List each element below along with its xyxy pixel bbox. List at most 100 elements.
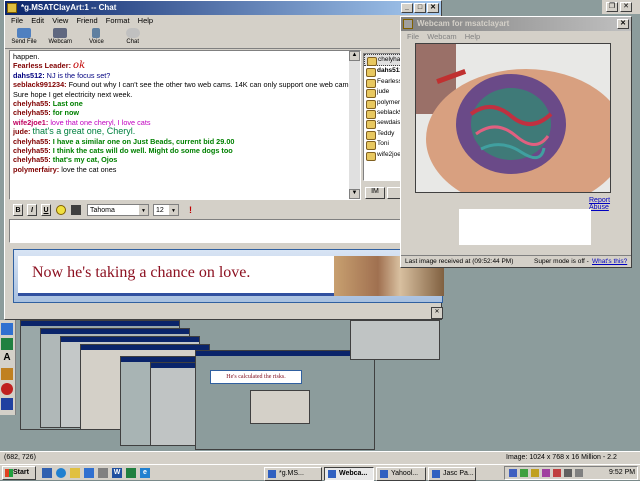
whats-this-link[interactable]: What's this?: [592, 256, 627, 268]
webcam-close-button[interactable]: ✕: [617, 19, 629, 29]
smiley-icon[interactable]: [56, 205, 66, 215]
message-username[interactable]: polymerfairy:: [13, 165, 59, 174]
message-username[interactable]: chelyha55:: [13, 137, 51, 146]
taskbar-task-jasc[interactable]: Jasc Pa...: [428, 467, 476, 481]
user-list-item[interactable]: Toni: [364, 139, 404, 151]
menu-help[interactable]: Help: [138, 16, 153, 25]
webcam-window: Webcam for msatclayart ✕ File Webcam Hel…: [400, 16, 632, 268]
user-list[interactable]: chelyha55dahs512Fearless Lejudepolymerfa…: [363, 53, 405, 181]
outlook-express-icon[interactable]: [84, 468, 94, 478]
ad-banner[interactable]: Now he's taking a chance on love.: [13, 249, 444, 303]
minimize-button[interactable]: _: [401, 3, 413, 13]
start-button[interactable]: Start: [2, 466, 36, 480]
size-select[interactable]: 12 ▼: [153, 204, 179, 216]
chat-scroll-tab[interactable]: ✕: [431, 307, 443, 319]
taskbar-task-webcam[interactable]: Webca...: [324, 467, 374, 481]
chat-message: dahs512: NJ is the focus set?: [13, 71, 357, 80]
maximize-button[interactable]: □: [414, 3, 426, 13]
user-list-item[interactable]: chelyha55: [364, 54, 404, 67]
webcam-menu-file[interactable]: File: [407, 32, 419, 41]
message-username[interactable]: chelyha55:: [13, 99, 51, 108]
user-list-item[interactable]: wife2joe1: [364, 150, 404, 162]
user-list-item[interactable]: Teddy: [364, 129, 404, 141]
alert-icon[interactable]: !: [189, 204, 192, 216]
bold-button[interactable]: B: [13, 204, 23, 216]
voice-button[interactable]: Voice: [79, 27, 113, 45]
fill-tool-icon[interactable]: [1, 323, 13, 335]
message-text: NJ is the focus set?: [46, 70, 111, 80]
brush-tool-icon[interactable]: [1, 368, 13, 380]
volume-icon[interactable]: [575, 469, 583, 477]
message-username[interactable]: dahs512:: [13, 71, 45, 80]
message-text: happen.: [13, 52, 40, 61]
taskbar-task-chat[interactable]: *g.MS...: [264, 467, 322, 481]
message-username[interactable]: jude:: [13, 127, 30, 136]
message-input[interactable]: [9, 219, 439, 243]
taskbar-task-yahoo[interactable]: Yahool...: [376, 467, 426, 481]
user-list-item[interactable]: Fearless Le: [364, 77, 404, 89]
menu-edit[interactable]: Edit: [31, 16, 44, 25]
user-list-item[interactable]: jude: [364, 87, 404, 99]
user-list-item[interactable]: polymerfairy: [364, 98, 404, 110]
user-list-item[interactable]: dahs512: [364, 66, 404, 78]
color-tool-icon[interactable]: [1, 398, 13, 410]
chat-message: Fearless Leader: ok: [13, 61, 357, 71]
outlook-icon[interactable]: [70, 468, 80, 478]
message-text: for now: [52, 108, 80, 118]
windows-media-icon[interactable]: [98, 468, 108, 478]
send-file-button[interactable]: Send File: [7, 27, 41, 45]
chat-title: *g.MSATClayArt:1 -- Chat: [21, 3, 117, 12]
menu-friend[interactable]: Friend: [76, 16, 97, 25]
tray-icon-5[interactable]: [553, 469, 561, 477]
webcam-menu-webcam[interactable]: Webcam: [427, 32, 456, 41]
tray-icon-6[interactable]: [564, 469, 572, 477]
chat-log[interactable]: happen. Fearless Leader: ok dahs512: NJ is…: [9, 50, 361, 200]
italic-button[interactable]: I: [27, 204, 37, 216]
chat-message: chelyha55: Last one: [13, 99, 357, 108]
nested-screenshots: He's calculated the risks.: [20, 320, 440, 450]
menu-format[interactable]: Format: [106, 16, 130, 25]
dropper-tool-icon[interactable]: [1, 338, 13, 350]
chat-button[interactable]: Chat: [116, 27, 150, 45]
bg-close-button[interactable]: ✕: [620, 2, 632, 12]
message-username[interactable]: chelyha55:: [13, 108, 51, 117]
tray-icon-4[interactable]: [542, 469, 550, 477]
word-icon[interactable]: W: [112, 468, 122, 478]
webcam-titlebar[interactable]: Webcam for msatclayart ✕: [401, 17, 631, 31]
message-username[interactable]: Fearless Leader:: [13, 61, 71, 70]
message-username[interactable]: chelyha55:: [13, 146, 51, 155]
clock[interactable]: 9:52 PM: [609, 467, 635, 479]
report-abuse-link[interactable]: Report Abuse: [589, 197, 631, 211]
user-list-item[interactable]: sewdaisy: [364, 118, 404, 130]
send-file-icon: [17, 28, 31, 38]
webcam-button[interactable]: Webcam: [43, 27, 77, 45]
close-button[interactable]: ✕: [427, 3, 439, 13]
ie-icon-2[interactable]: e: [140, 468, 150, 478]
user-list-item[interactable]: seblack9: [364, 108, 404, 120]
color-icon[interactable]: [71, 205, 81, 215]
tray-icon-1[interactable]: [509, 469, 517, 477]
microphone-icon: [92, 28, 101, 38]
webcam-menu-help[interactable]: Help: [465, 32, 480, 41]
desktop-icon[interactable]: [42, 468, 52, 478]
chat-log-scrollbar[interactable]: ▲ ▼: [349, 51, 360, 199]
tray-icon-3[interactable]: [531, 469, 539, 477]
text-tool-icon[interactable]: A: [1, 353, 13, 365]
menu-view[interactable]: View: [52, 16, 68, 25]
chat-menubar: File Edit View Friend Format Help: [5, 15, 441, 27]
chevron-down-icon: ▼: [169, 205, 178, 215]
shape-tool-icon[interactable]: [1, 383, 13, 395]
menu-file[interactable]: File: [11, 16, 23, 25]
message-username[interactable]: chelyha55:: [13, 155, 51, 164]
im-button[interactable]: IM: [365, 187, 385, 199]
tray-icon-2[interactable]: [520, 469, 528, 477]
status-bar: (682, 726) Image: 1024 x 768 x 16 Millio…: [0, 451, 640, 473]
font-select[interactable]: Tahoma ▼: [87, 204, 149, 216]
message-username[interactable]: seblack991234:: [13, 80, 67, 89]
chat-titlebar[interactable]: *g.MSATClayArt:1 -- Chat _ □ ✕: [5, 1, 441, 15]
chat-message: polymerfairy: love the cat ones: [13, 165, 357, 174]
bg-restore-button[interactable]: ❐: [606, 2, 618, 12]
ie-icon[interactable]: [56, 468, 66, 478]
excel-icon[interactable]: [126, 468, 136, 478]
underline-button[interactable]: U: [41, 204, 51, 216]
